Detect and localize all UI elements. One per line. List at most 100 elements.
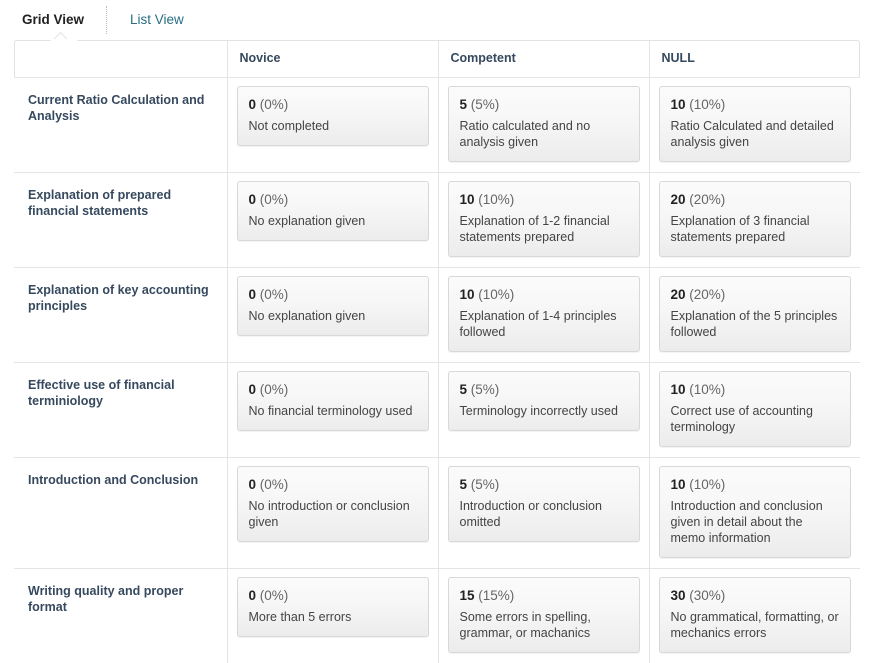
points-value: 10: [670, 381, 686, 397]
percent-value: (10%): [689, 381, 726, 397]
rating-cell[interactable]: 5 (5%) Ratio calculated and no analysis …: [437, 76, 649, 172]
rating-cell[interactable]: 15 (15%) Some errors in spelling, gramma…: [437, 567, 649, 663]
points-value: 0: [248, 587, 257, 603]
percent-value: (10%): [689, 96, 726, 112]
percent-value: (5%): [470, 96, 500, 112]
rating-cell[interactable]: 10 (10%) Correct use of accounting termi…: [648, 361, 860, 457]
points-value: 30: [670, 587, 686, 603]
score-line: 10 (10%): [671, 476, 840, 494]
score-line: 20 (20%): [671, 191, 840, 209]
rating-description: More than 5 errors: [248, 609, 352, 624]
score-line: 0 (0%): [249, 587, 417, 605]
points-value: 0: [248, 191, 257, 207]
rating-cell[interactable]: 5 (5%) Introduction or conclusion omitte…: [437, 456, 649, 568]
rating-box[interactable]: 10 (10%) Explanation of 1-4 principles f…: [447, 275, 640, 352]
rubric-grid-container: Novice Competent NULL Current Ratio Calc…: [14, 39, 860, 663]
rating-box[interactable]: 10 (10%) Ratio Calculated and detailed a…: [658, 85, 851, 162]
table-row: Explanation of prepared financial statem…: [14, 171, 860, 267]
rating-box[interactable]: 10 (10%) Explanation of 1-2 financial st…: [447, 180, 640, 257]
rubric-table: Novice Competent NULL Current Ratio Calc…: [14, 40, 860, 663]
header-criteria: [14, 40, 227, 77]
rating-box[interactable]: 30 (30%) No grammatical, formatting, or …: [658, 576, 851, 653]
rating-box[interactable]: 10 (10%) Correct use of accounting termi…: [658, 370, 851, 447]
rating-box[interactable]: 0 (0%) No financial terminology used: [236, 370, 429, 431]
rating-box[interactable]: 0 (0%) No introduction or conclusion giv…: [236, 465, 429, 542]
percent-value: (30%): [689, 587, 726, 603]
score-line: 0 (0%): [249, 476, 417, 494]
rating-cell[interactable]: 10 (10%) Ratio Calculated and detailed a…: [648, 76, 860, 172]
score-line: 0 (0%): [249, 191, 417, 209]
score-line: 10 (10%): [671, 96, 840, 114]
score-line: 5 (5%): [460, 96, 628, 114]
points-value: 0: [248, 381, 257, 397]
rating-box[interactable]: 5 (5%) Ratio calculated and no analysis …: [447, 85, 640, 162]
rating-cell[interactable]: 0 (0%) No financial terminology used: [226, 361, 438, 457]
points-value: 0: [248, 96, 257, 112]
tab-list-view[interactable]: List View: [108, 0, 206, 40]
rating-box[interactable]: 5 (5%) Terminology incorrectly used: [447, 370, 640, 431]
table-row: Introduction and Conclusion 0 (0%) No in…: [14, 456, 860, 568]
score-line: 0 (0%): [249, 96, 417, 114]
points-value: 10: [459, 286, 475, 302]
rating-cell[interactable]: 0 (0%) No explanation given: [226, 266, 438, 362]
rating-cell[interactable]: 20 (20%) Explanation of the 5 principles…: [648, 266, 860, 362]
score-line: 20 (20%): [671, 286, 840, 304]
score-line: 30 (30%): [671, 587, 840, 605]
table-row: Explanation of key accounting principles…: [14, 266, 860, 362]
criterion-label: Explanation of prepared financial statem…: [14, 171, 227, 267]
rating-description: Some errors in spelling, grammar, or mac…: [459, 609, 591, 640]
criterion-label: Effective use of financial terminiology: [14, 361, 227, 457]
percent-value: (5%): [470, 476, 500, 492]
rating-description: No introduction or conclusion given: [248, 498, 410, 529]
rating-box[interactable]: 10 (10%) Introduction and conclusion giv…: [658, 465, 851, 558]
rating-description: Introduction and conclusion given in det…: [670, 498, 823, 545]
rating-box[interactable]: 0 (0%) No explanation given: [236, 275, 429, 336]
rating-description: Not completed: [248, 118, 330, 133]
rating-cell[interactable]: 0 (0%) No introduction or conclusion giv…: [226, 456, 438, 568]
rating-cell[interactable]: 0 (0%) More than 5 errors: [226, 567, 438, 663]
rating-cell[interactable]: 0 (0%) Not completed: [226, 76, 438, 172]
rating-box[interactable]: 20 (20%) Explanation of the 5 principles…: [658, 275, 851, 352]
points-value: 15: [459, 587, 475, 603]
rating-box[interactable]: 5 (5%) Introduction or conclusion omitte…: [447, 465, 640, 542]
rating-box[interactable]: 0 (0%) Not completed: [236, 85, 429, 146]
rating-description: Ratio calculated and no analysis given: [459, 118, 591, 149]
rubric-table-body: Current Ratio Calculation and Analysis 0…: [14, 76, 860, 663]
rating-cell[interactable]: 5 (5%) Terminology incorrectly used: [437, 361, 649, 457]
table-row: Current Ratio Calculation and Analysis 0…: [14, 76, 860, 172]
rating-cell[interactable]: 20 (20%) Explanation of 3 financial stat…: [648, 171, 860, 267]
view-tabs: Grid View List View: [0, 0, 874, 40]
rating-cell[interactable]: 10 (10%) Explanation of 1-4 principles f…: [437, 266, 649, 362]
percent-value: (0%): [259, 286, 289, 302]
rating-description: No explanation given: [248, 308, 366, 323]
points-value: 5: [459, 381, 468, 397]
points-value: 0: [248, 286, 257, 302]
score-line: 0 (0%): [249, 381, 417, 399]
rating-description: No explanation given: [248, 213, 366, 228]
rating-description: Introduction or conclusion omitted: [459, 498, 602, 529]
percent-value: (20%): [689, 191, 726, 207]
points-value: 5: [459, 96, 468, 112]
rating-description: Explanation of 1-4 principles followed: [459, 308, 617, 339]
score-line: 5 (5%): [460, 381, 628, 399]
header-row: Novice Competent NULL: [14, 40, 860, 77]
tab-grid-view[interactable]: Grid View: [0, 0, 106, 40]
rating-box[interactable]: 0 (0%) More than 5 errors: [236, 576, 429, 637]
rating-cell[interactable]: 30 (30%) No grammatical, formatting, or …: [648, 567, 860, 663]
tab-list-view-label: List View: [130, 12, 184, 27]
score-line: 15 (15%): [460, 587, 628, 605]
table-row: Effective use of financial terminiology …: [14, 361, 860, 457]
points-value: 20: [670, 191, 686, 207]
rating-box[interactable]: 0 (0%) No explanation given: [236, 180, 429, 241]
points-value: 0: [248, 476, 257, 492]
header-level-novice: Novice: [226, 40, 438, 77]
rubric-table-header: Novice Competent NULL: [14, 40, 860, 77]
rating-box[interactable]: 15 (15%) Some errors in spelling, gramma…: [447, 576, 640, 653]
rating-cell[interactable]: 10 (10%) Explanation of 1-2 financial st…: [437, 171, 649, 267]
rating-description: Explanation of 3 financial statements pr…: [670, 213, 810, 244]
rating-description: Explanation of the 5 principles followed: [670, 308, 838, 339]
rating-box[interactable]: 20 (20%) Explanation of 3 financial stat…: [658, 180, 851, 257]
rating-cell[interactable]: 10 (10%) Introduction and conclusion giv…: [648, 456, 860, 568]
points-value: 5: [459, 476, 468, 492]
rating-cell[interactable]: 0 (0%) No explanation given: [226, 171, 438, 267]
